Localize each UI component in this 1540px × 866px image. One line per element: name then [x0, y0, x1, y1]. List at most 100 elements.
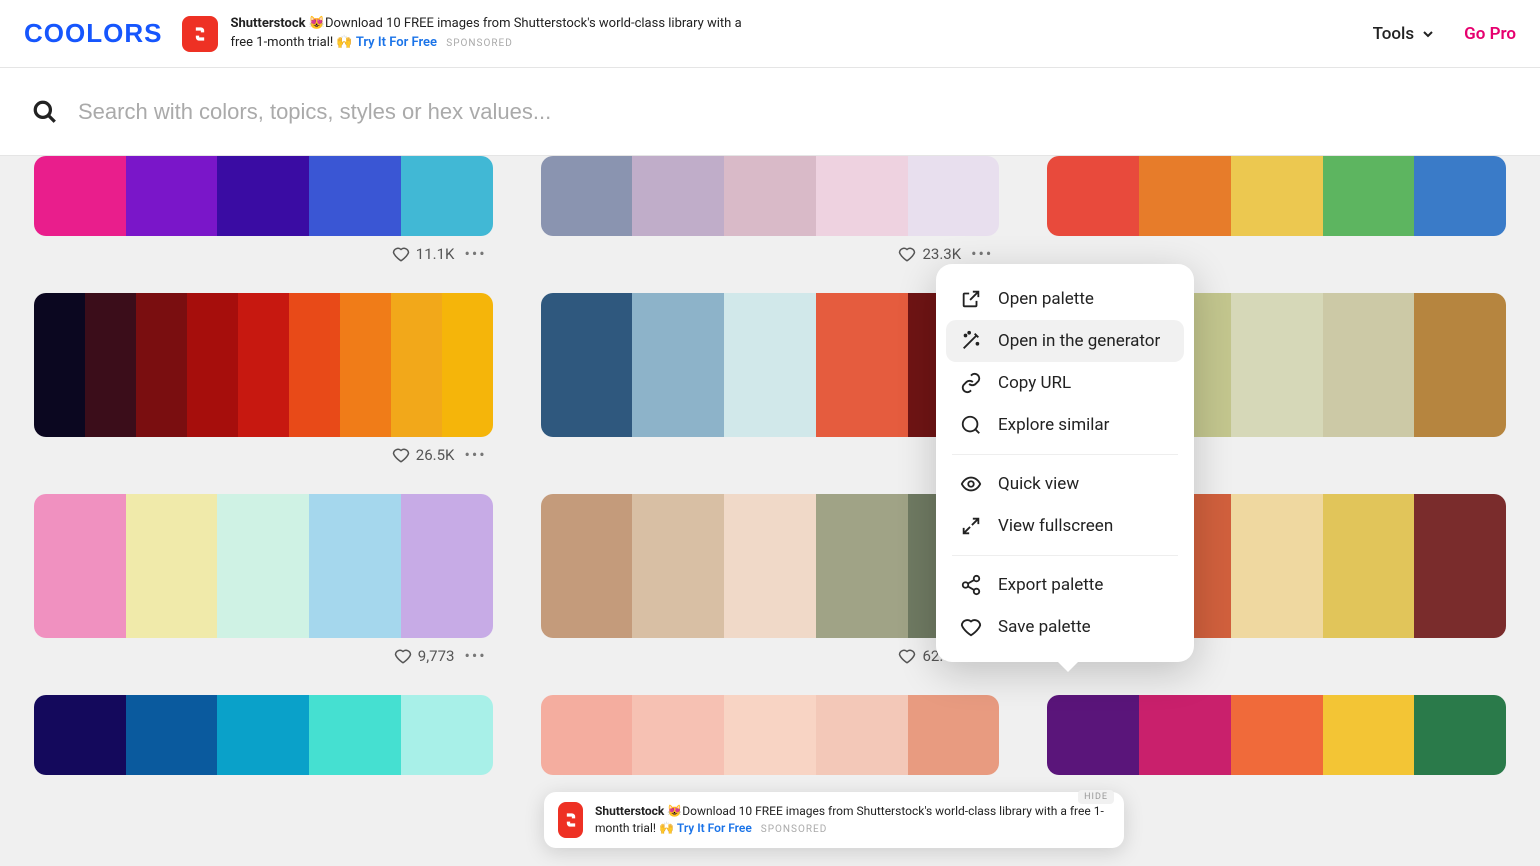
color-swatch[interactable] [1231, 156, 1323, 236]
color-swatch[interactable] [1139, 695, 1231, 775]
tools-menu[interactable]: Tools [1373, 24, 1437, 44]
color-swatch[interactable] [1231, 494, 1323, 638]
color-swatch[interactable] [34, 293, 85, 437]
menu-export-palette[interactable]: Export palette [946, 564, 1184, 606]
color-swatch[interactable] [1414, 695, 1506, 775]
search-icon [32, 99, 58, 125]
palette-card [1047, 695, 1506, 775]
search-input[interactable] [78, 99, 1508, 125]
palette-card [541, 293, 1000, 464]
color-swatch[interactable] [1047, 156, 1139, 236]
color-swatch[interactable] [1047, 695, 1139, 775]
menu-view-fullscreen[interactable]: View fullscreen [946, 505, 1184, 547]
like-button[interactable]: 9,773 [394, 647, 455, 665]
color-swatch[interactable] [401, 156, 493, 236]
color-swatch[interactable] [442, 293, 493, 437]
go-pro-link[interactable]: Go Pro [1464, 24, 1516, 44]
color-swatch[interactable] [401, 695, 493, 775]
color-swatch[interactable] [632, 494, 724, 638]
like-button[interactable]: 26.5K [392, 446, 455, 464]
color-swatch[interactable] [126, 494, 218, 638]
color-swatch[interactable] [217, 494, 309, 638]
color-swatch[interactable] [908, 156, 1000, 236]
color-swatch[interactable] [632, 695, 724, 775]
menu-copy-url[interactable]: Copy URL [946, 362, 1184, 404]
palette[interactable] [34, 494, 493, 638]
color-swatch[interactable] [724, 293, 816, 437]
color-swatch[interactable] [1139, 156, 1231, 236]
color-swatch[interactable] [136, 293, 187, 437]
color-swatch[interactable] [541, 293, 633, 437]
palette[interactable] [541, 494, 1000, 638]
color-swatch[interactable] [126, 695, 218, 775]
more-button[interactable]: ••• [464, 244, 486, 263]
color-swatch[interactable] [1414, 156, 1506, 236]
color-swatch[interactable] [217, 695, 309, 775]
color-swatch[interactable] [816, 695, 908, 775]
palette[interactable] [1047, 156, 1506, 236]
menu-save-palette[interactable]: Save palette [946, 606, 1184, 648]
more-button[interactable]: ••• [464, 445, 486, 464]
color-swatch[interactable] [309, 156, 401, 236]
color-swatch[interactable] [1323, 695, 1415, 775]
like-button[interactable]: 23.3K [898, 245, 961, 263]
hide-button[interactable]: HIDE [1078, 790, 1114, 804]
palette-card [541, 695, 1000, 775]
color-swatch[interactable] [309, 494, 401, 638]
logo[interactable]: COOLORS [24, 18, 162, 49]
like-button[interactable]: 11.1K [392, 245, 455, 263]
color-swatch[interactable] [401, 494, 493, 638]
palette[interactable] [34, 156, 493, 236]
color-swatch[interactable] [1414, 293, 1506, 437]
color-swatch[interactable] [816, 156, 908, 236]
bottom-promo-link[interactable]: Try It For Free [677, 821, 752, 835]
palette[interactable] [1047, 695, 1506, 775]
color-swatch[interactable] [724, 494, 816, 638]
color-swatch[interactable] [391, 293, 442, 437]
color-swatch[interactable] [289, 293, 340, 437]
color-swatch[interactable] [85, 293, 136, 437]
link-icon [960, 372, 982, 394]
color-swatch[interactable] [1414, 494, 1506, 638]
color-swatch[interactable] [238, 293, 289, 437]
color-swatch[interactable] [1231, 293, 1323, 437]
color-swatch[interactable] [724, 695, 816, 775]
color-swatch[interactable] [126, 156, 218, 236]
more-button[interactable]: ••• [464, 646, 486, 665]
palette[interactable] [34, 695, 493, 775]
palette[interactable] [541, 293, 1000, 437]
bottom-promo: HIDE Shutterstock 😻Download 10 FREE imag… [544, 792, 1124, 848]
color-swatch[interactable] [632, 293, 724, 437]
color-swatch[interactable] [1231, 695, 1323, 775]
promo-sponsored: SPONSORED [446, 38, 513, 49]
color-swatch[interactable] [34, 156, 126, 236]
menu-open-generator[interactable]: Open in the generator [946, 320, 1184, 362]
menu-explore-similar[interactable]: Explore similar [946, 404, 1184, 446]
promo-link[interactable]: Try It For Free [356, 35, 437, 50]
color-swatch[interactable] [724, 156, 816, 236]
color-swatch[interactable] [541, 494, 633, 638]
color-swatch[interactable] [1323, 293, 1415, 437]
more-button[interactable]: ••• [971, 244, 993, 263]
color-swatch[interactable] [632, 156, 724, 236]
color-swatch[interactable] [541, 156, 633, 236]
color-swatch[interactable] [816, 293, 908, 437]
menu-open-palette[interactable]: Open palette [946, 278, 1184, 320]
color-swatch[interactable] [541, 695, 633, 775]
color-swatch[interactable] [908, 695, 1000, 775]
color-swatch[interactable] [1323, 156, 1415, 236]
color-swatch[interactable] [34, 695, 126, 775]
palette[interactable] [541, 156, 1000, 236]
color-swatch[interactable] [34, 494, 126, 638]
color-swatch[interactable] [816, 494, 908, 638]
palette[interactable] [541, 695, 1000, 775]
color-swatch[interactable] [340, 293, 391, 437]
color-swatch[interactable] [217, 156, 309, 236]
menu-quick-view[interactable]: Quick view [946, 463, 1184, 505]
palette[interactable] [34, 293, 493, 437]
color-swatch[interactable] [1323, 494, 1415, 638]
color-swatch[interactable] [187, 293, 238, 437]
color-swatch[interactable] [309, 695, 401, 775]
palette-meta: 62.8K••• [541, 646, 1000, 665]
promo-text: Shutterstock 😻Download 10 FREE images fr… [230, 15, 750, 51]
